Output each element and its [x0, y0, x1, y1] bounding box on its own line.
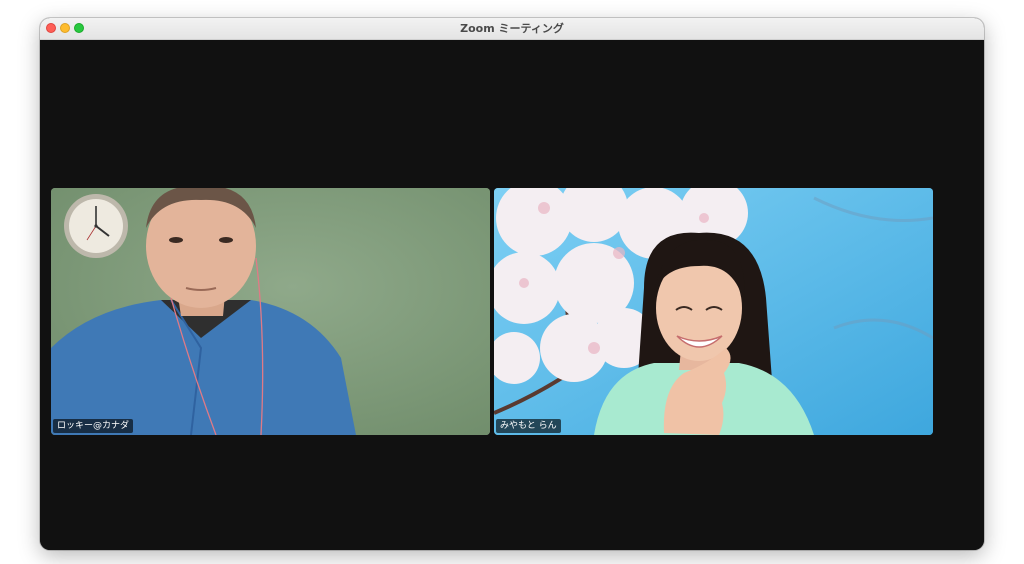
participant-name-label: みやもと らん: [496, 419, 561, 433]
participant-video-tile-2[interactable]: みやもと らん: [494, 188, 933, 435]
title-bar[interactable]: Zoom ミーティング: [40, 18, 984, 40]
participant-video-1: [51, 188, 490, 435]
participant-name-label: ロッキー@カナダ: [53, 419, 134, 433]
participant-video-tile-1[interactable]: ロッキー@カナダ: [51, 188, 490, 435]
wall-clock: [64, 194, 128, 258]
participant-video-2: [494, 188, 933, 435]
meeting-stage: ロッキー@カナダ みやもと らん: [40, 40, 984, 550]
window-title: Zoom ミーティング: [460, 22, 564, 35]
zoom-window: Zoom ミーティング ロッキー@カナダ みやもと らん: [40, 18, 984, 550]
